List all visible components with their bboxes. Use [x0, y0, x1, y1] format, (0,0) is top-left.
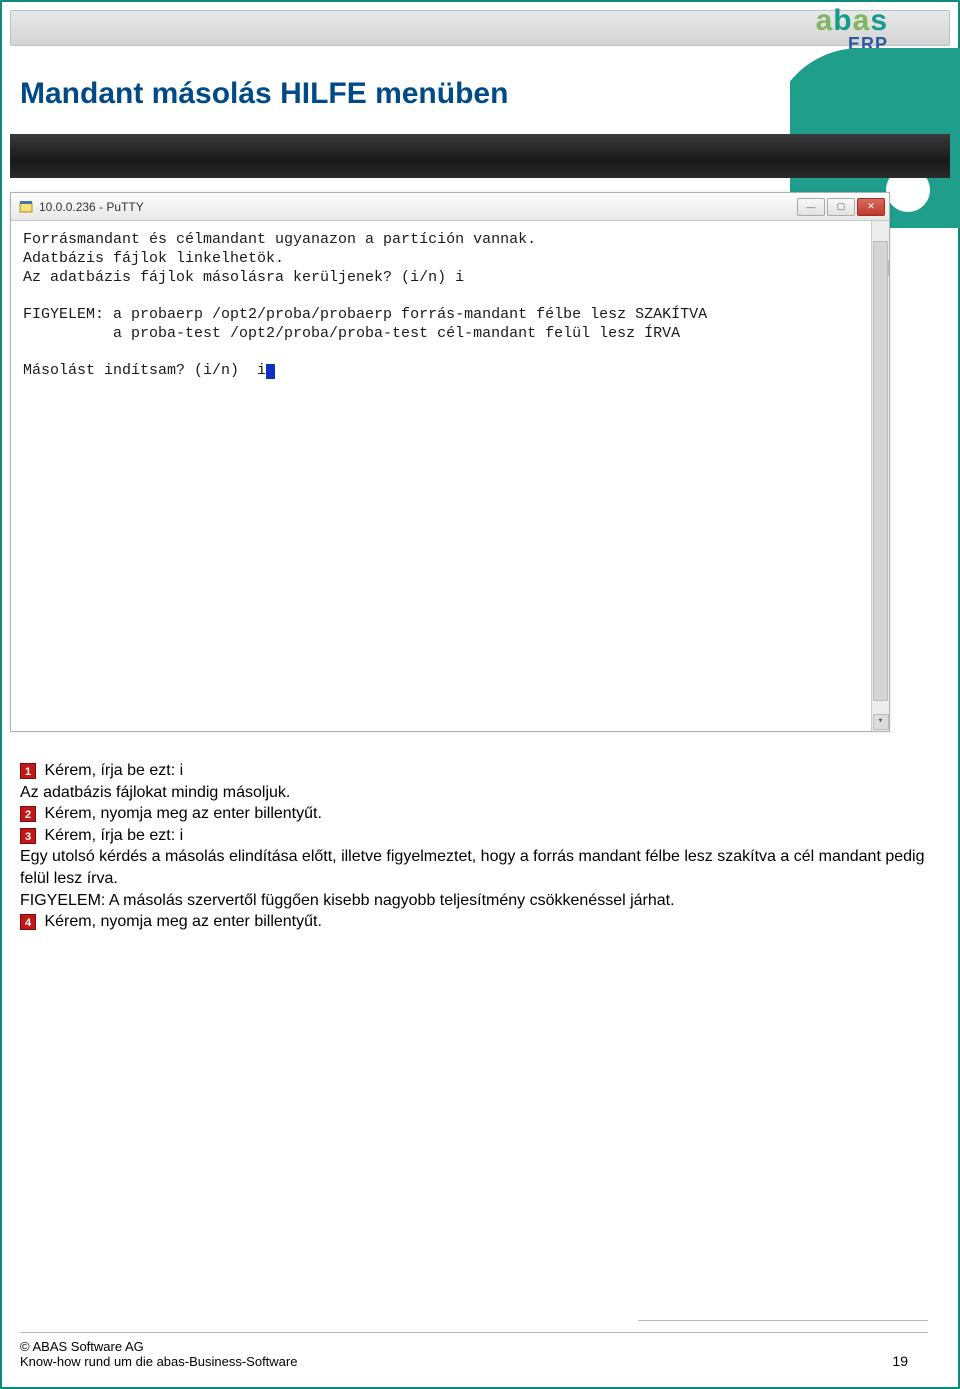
putty-window: 10.0.0.236 - PuTTY — ▢ ✕ Forrásmandant é… — [10, 192, 890, 732]
logo-abas-text: abas — [788, 4, 888, 38]
step-3-text: Kérem, írja be ezt: i — [40, 827, 183, 844]
footer-rule — [20, 1332, 928, 1333]
scrollbar[interactable]: ▴ ▾ — [871, 221, 889, 731]
instructions-block: 1 Kérem, írja be ezt: i Az adatbázis fáj… — [20, 760, 928, 933]
terminal-line: Forrásmandant és célmandant ugyanazon a … — [23, 231, 536, 248]
terminal-line: FIGYELEM: a probaerp /opt2/proba/probaer… — [23, 306, 707, 323]
footer: © ABAS Software AG Know-how rund um die … — [20, 1332, 928, 1369]
slide-title: Mandant másolás HILFE menüben — [20, 77, 508, 111]
close-button[interactable]: ✕ — [857, 198, 885, 216]
step-badge-3: 3 — [20, 828, 36, 844]
terminal-line: Az adatbázis fájlok másolásra kerüljenek… — [23, 269, 464, 286]
step-badge-2: 2 — [20, 806, 36, 822]
putty-title-text: 10.0.0.236 - PuTTY — [39, 200, 144, 214]
close-icon: ✕ — [867, 201, 875, 212]
step-3-extra: Egy utolsó kérdés a másolás elindítása e… — [20, 846, 928, 889]
step-2-text: Kérem, nyomja meg az enter billentyűt. — [40, 805, 322, 822]
maximize-icon: ▢ — [837, 201, 846, 212]
step-3-warning: FIGYELEM: A másolás szervertől függően k… — [20, 890, 928, 912]
page-frame: abas ERP Mandant másolás HILFE menüben 1… — [0, 0, 960, 1389]
step-1-extra: Az adatbázis fájlokat mindig másoljuk. — [20, 782, 928, 804]
footer-copyright: © ABAS Software AG — [20, 1339, 297, 1354]
putty-icon — [19, 200, 33, 214]
terminal-line: Adatbázis fájlok linkelhetök. — [23, 250, 284, 267]
minimize-button[interactable]: — — [797, 198, 825, 216]
step-4-text: Kérem, nyomja meg az enter billentyűt. — [40, 913, 322, 930]
dark-divider-band — [10, 134, 950, 178]
scroll-thumb[interactable] — [873, 241, 888, 701]
terminal-line: a proba-test /opt2/proba/proba-test cél-… — [23, 325, 680, 342]
putty-terminal-body[interactable]: Forrásmandant és célmandant ugyanazon a … — [11, 221, 889, 731]
footer-rule-right — [638, 1320, 928, 1321]
putty-titlebar[interactable]: 10.0.0.236 - PuTTY — ▢ ✕ — [11, 193, 889, 221]
page-number: 19 — [892, 1353, 928, 1369]
terminal-line: Másolást indítsam? (i/n) i — [23, 362, 266, 379]
step-1-text: Kérem, írja be ezt: i — [40, 762, 183, 779]
footer-tagline: Know-how rund um die abas-Business-Softw… — [20, 1354, 297, 1369]
scroll-down-button[interactable]: ▾ — [873, 714, 889, 730]
step-badge-1: 1 — [20, 763, 36, 779]
step-badge-4: 4 — [20, 914, 36, 930]
chevron-down-icon: ▾ — [878, 716, 883, 727]
minimize-icon: — — [807, 202, 816, 212]
terminal-cursor — [266, 364, 275, 379]
maximize-button[interactable]: ▢ — [827, 198, 855, 216]
